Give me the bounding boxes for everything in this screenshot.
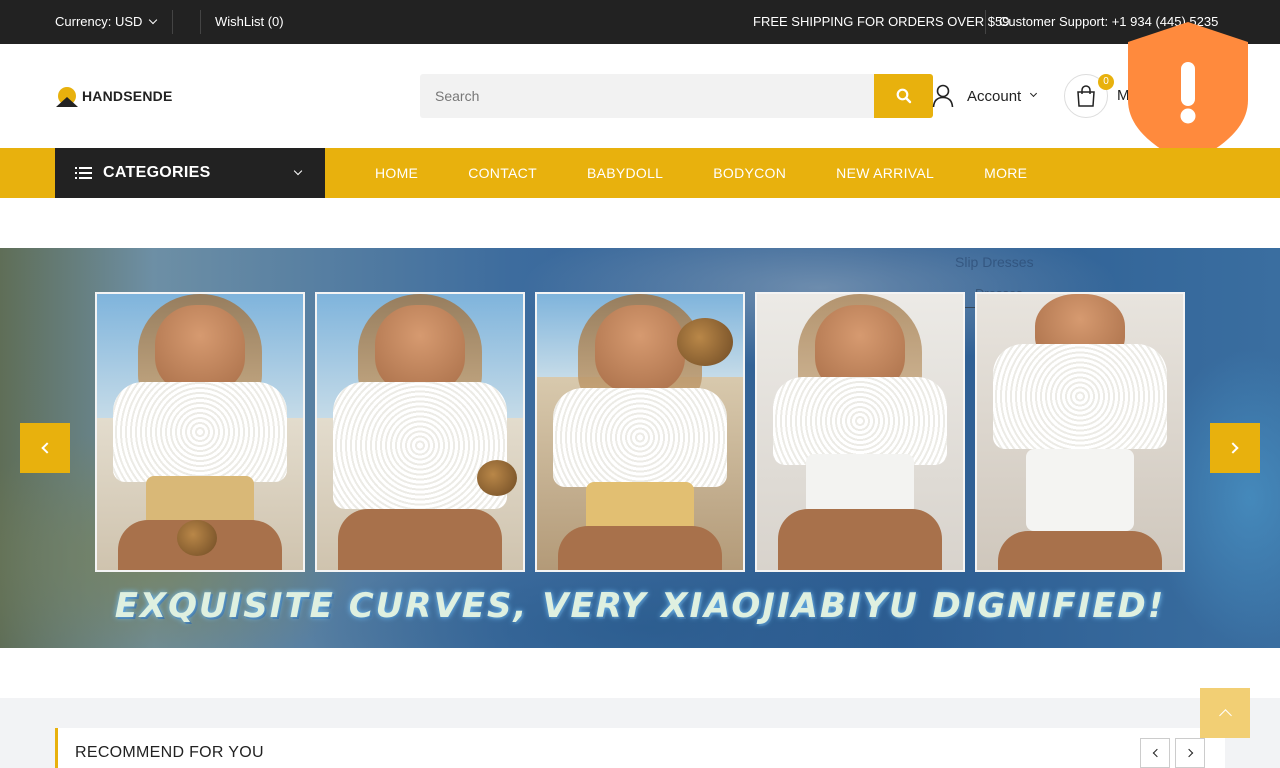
menu-list-icon [75,166,92,180]
alert-shield-icon[interactable] [1126,20,1250,166]
section-title: RECOMMEND FOR YOU [75,744,264,761]
product-photo[interactable] [95,292,305,572]
currency-selector[interactable]: Currency: USD [55,0,158,44]
logo-text: HANDSENDE [82,88,173,104]
divider [985,10,986,34]
chevron-down-icon [149,15,158,25]
product-photo[interactable] [975,292,1185,572]
nav-link-home[interactable]: HOME [375,165,418,181]
overlay-menu-text: Slip Dresses [955,254,1034,270]
hero-slider: Slip Dresses Dresses [0,248,1280,648]
nav-link-bodycon[interactable]: BODYCON [713,165,786,181]
product-photo[interactable] [315,292,525,572]
wishlist-link[interactable]: WishList (0) [215,0,284,44]
nav-link-more[interactable]: MORE [984,165,1027,181]
cart-count-badge: 0 [1098,74,1114,90]
recommend-section-header: RECOMMEND FOR YOU [55,728,1225,768]
cart-button[interactable]: 0 [1064,74,1114,118]
search-input[interactable] [420,74,874,118]
recommend-prev-button[interactable] [1140,738,1170,768]
divider [200,10,201,34]
shopping-bag-icon [1077,85,1095,107]
nav-links: HOME CONTACT BABYDOLL BODYCON NEW ARRIVA… [375,148,1077,198]
nav-link-babydoll[interactable]: BABYDOLL [587,165,663,181]
divider [172,10,173,34]
top-bar: Currency: USD WishList (0) FREE SHIPPING… [0,0,1280,44]
hero-caption: EXQUISITE CURVES, VERY XIAOJIABIYU DIGNI… [114,586,1166,626]
currency-label: Currency: USD [55,14,143,29]
recommend-next-button[interactable] [1175,738,1205,768]
chevron-up-icon [1218,709,1232,722]
chevron-right-icon [1184,748,1193,758]
search-bar [420,74,933,118]
page: Currency: USD WishList (0) FREE SHIPPING… [0,0,1280,768]
free-shipping-text: FREE SHIPPING FOR ORDERS OVER $59 [753,14,1010,29]
slider-prev-button[interactable] [20,423,70,473]
chevron-down-icon [293,166,303,176]
chevron-down-icon [1030,89,1038,97]
logo[interactable]: HANDSENDE [56,84,172,108]
chevron-right-icon [1227,442,1239,454]
account-label: Account [967,87,1022,105]
product-photo[interactable] [755,292,965,572]
categories-label: CATEGORIES [103,164,211,181]
search-button[interactable] [874,74,933,118]
account-menu[interactable]: Account [932,74,1038,118]
chevron-left-icon [1152,748,1161,758]
logo-icon [56,85,78,107]
user-icon [932,84,954,108]
product-photo[interactable] [535,292,745,572]
nav-link-new-arrival[interactable]: NEW ARRIVAL [836,165,934,181]
nav-link-contact[interactable]: CONTACT [468,165,537,181]
slider-next-button[interactable] [1210,423,1260,473]
back-to-top-button[interactable] [1200,688,1250,738]
categories-dropdown[interactable]: CATEGORIES [55,148,325,198]
chevron-left-icon [41,442,53,454]
search-icon [896,88,911,104]
main-nav: CATEGORIES HOME CONTACT BABYDOLL BODYCON… [0,148,1280,198]
header: HANDSENDE Account 0 [0,44,1280,148]
